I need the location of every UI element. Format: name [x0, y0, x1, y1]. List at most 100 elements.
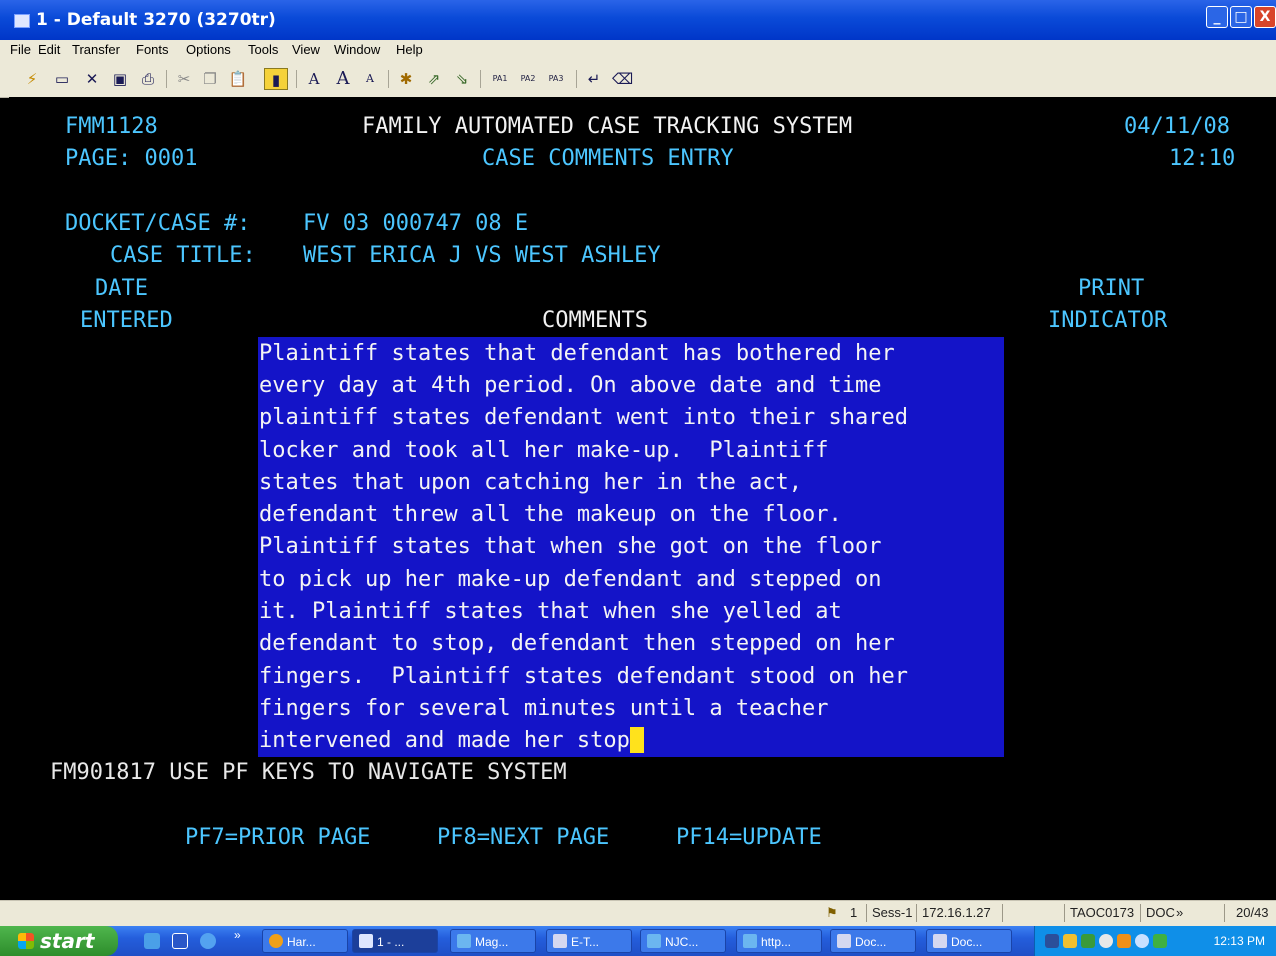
start-button[interactable]: start	[0, 926, 118, 956]
print-screen-icon[interactable]: ▭	[52, 68, 72, 90]
printer-icon[interactable]: ⎙	[138, 68, 158, 90]
status-count: 1	[850, 905, 858, 920]
terminal-screen[interactable]: FMM1128 FAMILY AUTOMATED CASE TRACKING S…	[9, 97, 1276, 900]
pf7-prior-page[interactable]: PF7=PRIOR PAGE	[185, 824, 370, 852]
font-larger-icon[interactable]: A	[332, 68, 354, 90]
cursor-position: 20/43	[1236, 905, 1269, 920]
sync-icon[interactable]	[1153, 934, 1167, 948]
comment-line[interactable]: locker and took all her make-up. Plainti…	[259, 437, 829, 465]
menu-file[interactable]: File	[10, 42, 31, 57]
taskbar-item[interactable]: NJC...	[640, 929, 726, 953]
connect-icon[interactable]: ⚡	[22, 68, 42, 90]
screen-title: CASE COMMENTS ENTRY	[482, 146, 734, 171]
docket-label: DOCKET/CASE #:	[65, 211, 251, 236]
taskbar-clock: 12:13 PM	[1213, 934, 1265, 948]
quicklaunch-browser-icon[interactable]	[200, 933, 216, 949]
task-ie-icon	[457, 934, 471, 948]
menu-edit[interactable]: Edit	[38, 42, 60, 57]
taskbar-item[interactable]: E-T...	[546, 929, 632, 953]
antivirus-icon[interactable]	[1117, 934, 1131, 948]
comment-line[interactable]: defendant threw all the makeup on the fl…	[259, 501, 842, 529]
taskbar-item-active[interactable]: 1 - ...	[352, 929, 438, 953]
menu-view[interactable]: View	[292, 42, 320, 57]
menu-fonts[interactable]: Fonts	[136, 42, 169, 57]
font-icon[interactable]: A	[304, 68, 324, 90]
comment-line[interactable]: intervened and made her stop	[259, 728, 630, 753]
close-icon[interactable]: ✕	[82, 68, 102, 90]
status-separator	[1224, 904, 1225, 922]
volume-icon[interactable]	[1135, 934, 1149, 948]
font-smaller-icon[interactable]: A	[360, 68, 380, 90]
receive-file-icon[interactable]: ⇘	[452, 68, 472, 90]
quicklaunch-word-icon[interactable]	[172, 933, 188, 949]
select-icon[interactable]: ▮	[264, 68, 288, 90]
send-file-icon[interactable]: ⇗	[424, 68, 444, 90]
comment-line-last[interactable]: intervened and made her stop	[259, 727, 644, 755]
taskbar-item[interactable]: http...	[736, 929, 822, 953]
task-label: Har...	[287, 935, 316, 949]
task-label: NJC...	[665, 935, 699, 949]
copy-icon[interactable]: ❐	[200, 68, 220, 90]
pf14-update[interactable]: PF14=UPDATE	[676, 824, 822, 852]
taskbar-item[interactable]: Doc...	[830, 929, 916, 953]
close-button[interactable]: X	[1254, 6, 1276, 28]
update-icon[interactable]	[1099, 934, 1113, 948]
status-more-arrow[interactable]: »	[1176, 905, 1183, 920]
comment-line[interactable]: Plaintiff states that defendant has both…	[259, 340, 895, 368]
session-status-icon: ⚑	[826, 905, 838, 920]
taskbar-item[interactable]: Mag...	[450, 929, 536, 953]
window-title: 1 - Default 3270 (3270tr)	[36, 10, 276, 30]
minimize-button[interactable]: _	[1206, 6, 1228, 28]
task-terminal-icon	[359, 934, 373, 948]
status-separator	[1140, 904, 1141, 922]
taskbar-item[interactable]: Har...	[262, 929, 348, 953]
pa3-button[interactable]: PA3	[544, 68, 568, 90]
comment-line[interactable]: it. Plaintiff states that when she yelle…	[259, 598, 842, 626]
menu-transfer[interactable]: Transfer	[72, 42, 120, 57]
pa2-button[interactable]: PA2	[516, 68, 540, 90]
menu-options[interactable]: Options	[186, 42, 231, 57]
task-word-icon	[933, 934, 947, 948]
toolbar-separator	[576, 70, 577, 88]
case-title-label: CASE TITLE:	[110, 243, 256, 268]
taskbar-item[interactable]: Doc...	[926, 929, 1012, 953]
start-label: start	[40, 929, 95, 953]
task-ie-icon	[743, 934, 757, 948]
settings-icon[interactable]: ✱	[396, 68, 416, 90]
quicklaunch-ie-icon[interactable]	[144, 933, 160, 949]
comment-line[interactable]: plaintiff states defendant went into the…	[259, 404, 908, 432]
comment-line[interactable]: to pick up her make-up defendant and ste…	[259, 566, 882, 594]
menu-tools[interactable]: Tools	[248, 42, 278, 57]
pa1-button[interactable]: PA1	[488, 68, 512, 90]
comment-line[interactable]: fingers. Plaintiff states defendant stoo…	[259, 663, 908, 691]
toolbar: ⚡ ▭ ✕ ▣ ⎙ ✂ ❐ 📋 ▮ A A A ✱ ⇗ ⇘ PA1 PA2 PA…	[0, 60, 1276, 98]
task-word-icon	[837, 934, 851, 948]
date-entered-header: DATE	[95, 276, 148, 301]
status-separator	[1002, 904, 1003, 922]
pf8-next-page[interactable]: PF8=NEXT PAGE	[437, 824, 609, 852]
comment-line[interactable]: states that upon catching her in the act…	[259, 469, 802, 497]
docket-value: FV 03 000747 08 E	[303, 211, 529, 236]
cut-icon[interactable]: ✂	[174, 68, 194, 90]
save-icon[interactable]: ▣	[110, 68, 130, 90]
task-label: Mag...	[475, 935, 509, 949]
quicklaunch-more[interactable]: »	[234, 928, 241, 942]
menu-window[interactable]: Window	[334, 42, 380, 57]
enter-icon[interactable]: ↵	[584, 68, 604, 90]
paste-icon[interactable]: 📋	[228, 68, 248, 90]
network-icon[interactable]	[1045, 934, 1059, 948]
case-title-value: WEST ERICA J VS WEST ASHLEY	[303, 243, 661, 268]
comment-line[interactable]: defendant to stop, defendant then steppe…	[259, 630, 895, 658]
comment-line[interactable]: fingers for several minutes until a teac…	[259, 695, 829, 723]
menu-help[interactable]: Help	[396, 42, 423, 57]
security-icon[interactable]	[1081, 934, 1095, 948]
app-icon[interactable]	[14, 14, 30, 28]
comment-line[interactable]: every day at 4th period. On above date a…	[259, 372, 882, 400]
messenger-icon[interactable]	[1063, 934, 1077, 948]
task-word-icon	[553, 934, 567, 948]
title-bar[interactable]: 1 - Default 3270 (3270tr) _ □ X	[0, 0, 1276, 40]
maximize-button[interactable]: □	[1230, 6, 1252, 28]
comment-line[interactable]: Plaintiff states that when she got on th…	[259, 533, 882, 561]
toolbar-separator	[166, 70, 167, 88]
clear-icon[interactable]: ⌫	[612, 68, 633, 90]
